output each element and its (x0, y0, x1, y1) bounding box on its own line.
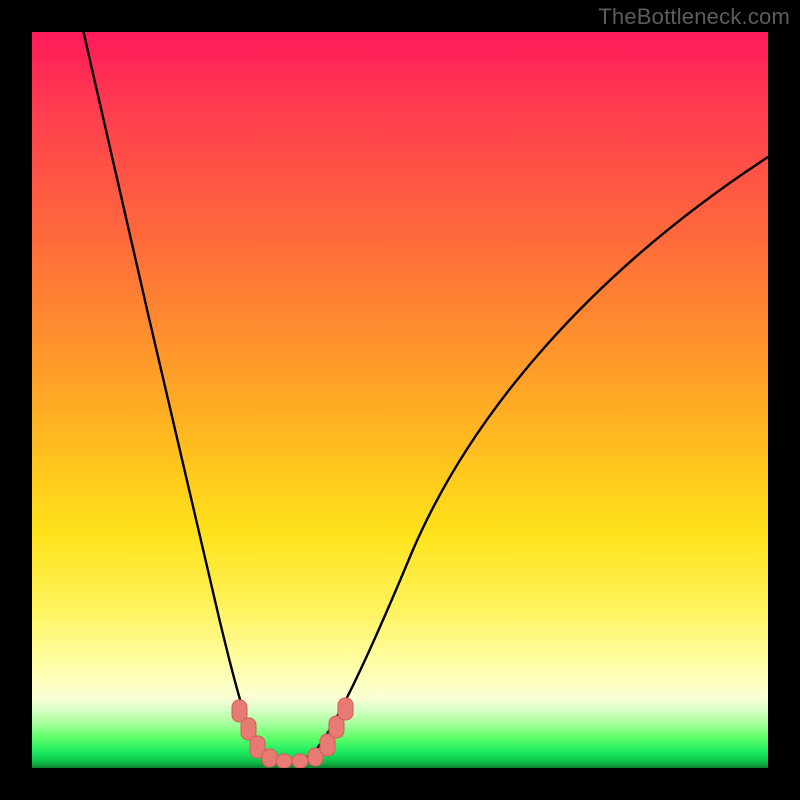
background-gradient (32, 32, 768, 768)
watermark-text: TheBottleneck.com (598, 4, 790, 30)
chart-frame: TheBottleneck.com (0, 0, 800, 800)
plot-area (32, 32, 768, 768)
